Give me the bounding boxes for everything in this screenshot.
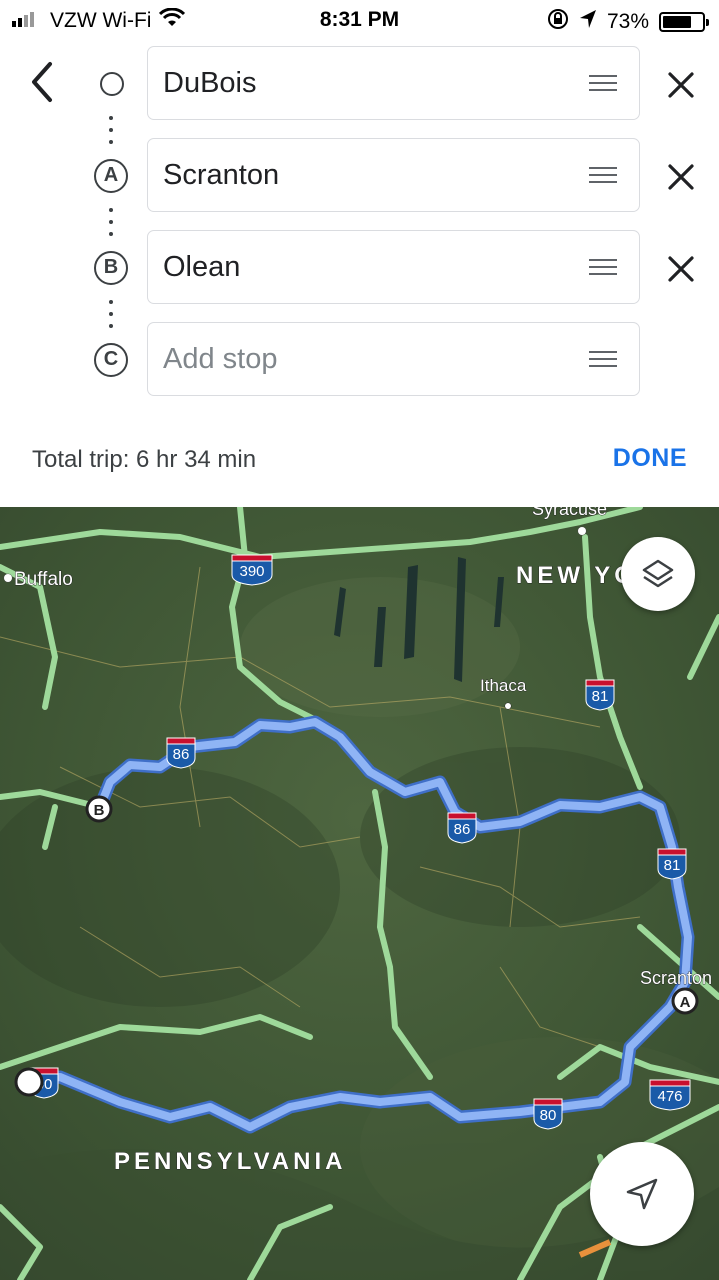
place-label-ithaca: Ithaca xyxy=(480,676,527,695)
place-label-pennsylvania: PENNSYLVANIA xyxy=(114,1148,346,1175)
battery-icon xyxy=(659,12,709,32)
interstate-shield-i86_east: 86 xyxy=(447,812,477,844)
interstate-shield-label: 86 xyxy=(173,746,190,763)
map-marker-b-label: B xyxy=(94,802,105,819)
city-dot xyxy=(504,702,512,710)
place-label-syracuse: Syracuse xyxy=(532,507,607,519)
location-arrow-icon xyxy=(579,9,597,35)
interstate-shield-i476: 476 xyxy=(649,1079,691,1111)
interstate-shield-i80_east: 80 xyxy=(533,1098,563,1130)
drag-handle-icon[interactable] xyxy=(589,259,617,280)
interstate-shield-label: 81 xyxy=(592,688,609,705)
stop-value: DuBois xyxy=(163,67,257,99)
origin-marker-icon xyxy=(100,72,124,96)
map-marker-origin[interactable] xyxy=(14,1067,44,1097)
total-trip-summary: Total trip: 6 hr 34 min xyxy=(32,446,257,473)
status-bar: VZW Wi-Fi 8:31 PM 73% xyxy=(0,0,719,40)
done-button[interactable]: DONE xyxy=(613,444,687,473)
my-location-button[interactable] xyxy=(590,1142,694,1246)
interstate-shield-i86_west: 86 xyxy=(166,737,196,769)
stop-marker-c: C xyxy=(94,343,128,377)
route-connector-dots xyxy=(108,300,114,336)
route-connector-dots xyxy=(108,116,114,152)
map-marker-b[interactable]: B xyxy=(85,795,113,823)
interstate-shield-label: 86 xyxy=(454,821,471,838)
interstate-shield-label: 81 xyxy=(664,857,681,874)
stop-value: Olean xyxy=(163,251,241,283)
drag-handle-icon[interactable] xyxy=(589,75,617,96)
interstate-shield-i81_north: 81 xyxy=(585,679,615,711)
interstate-shield-i81_south: 81 xyxy=(657,848,687,880)
city-dot xyxy=(577,526,587,536)
close-icon xyxy=(664,72,698,106)
back-button[interactable] xyxy=(26,60,66,110)
remove-stop-button[interactable] xyxy=(664,160,698,194)
add-stop-placeholder: Add stop xyxy=(163,343,278,375)
add-stop-field[interactable]: Add stop xyxy=(147,322,640,396)
battery-percent: 73% xyxy=(606,10,649,33)
map-view[interactable]: 390 86 86 81 81 80 80 476 Buffalo Syracuse NEW … xyxy=(0,507,719,1280)
drag-handle-icon[interactable] xyxy=(589,167,617,188)
place-label-buffalo: Buffalo xyxy=(14,569,73,590)
map-marker-a[interactable]: A xyxy=(671,987,699,1015)
stop-field-origin[interactable]: DuBois xyxy=(147,46,640,120)
interstate-shield-i390: 390 xyxy=(231,554,273,586)
stop-marker-b: B xyxy=(94,251,128,285)
remove-stop-button[interactable] xyxy=(664,252,698,286)
interstate-shield-label: 390 xyxy=(239,563,264,580)
close-icon xyxy=(664,256,698,290)
stop-field-a[interactable]: Scranton xyxy=(147,138,640,212)
stop-field-b[interactable]: Olean xyxy=(147,230,640,304)
place-label-scranton: Scranton xyxy=(640,968,712,988)
layers-button[interactable] xyxy=(621,537,695,611)
map-marker-a-label: A xyxy=(680,994,691,1011)
rotation-lock-icon xyxy=(547,8,569,36)
close-icon xyxy=(664,164,698,198)
route-connector-dots xyxy=(108,208,114,244)
chevron-left-icon xyxy=(26,62,58,108)
interstate-shield-label: 80 xyxy=(540,1107,557,1124)
remove-stop-button[interactable] xyxy=(664,68,698,102)
city-dot xyxy=(3,573,13,583)
drag-handle-icon[interactable] xyxy=(589,351,617,372)
stop-value: Scranton xyxy=(163,159,280,191)
interstate-shield-label: 476 xyxy=(657,1088,682,1105)
stop-marker-a: A xyxy=(94,159,128,193)
